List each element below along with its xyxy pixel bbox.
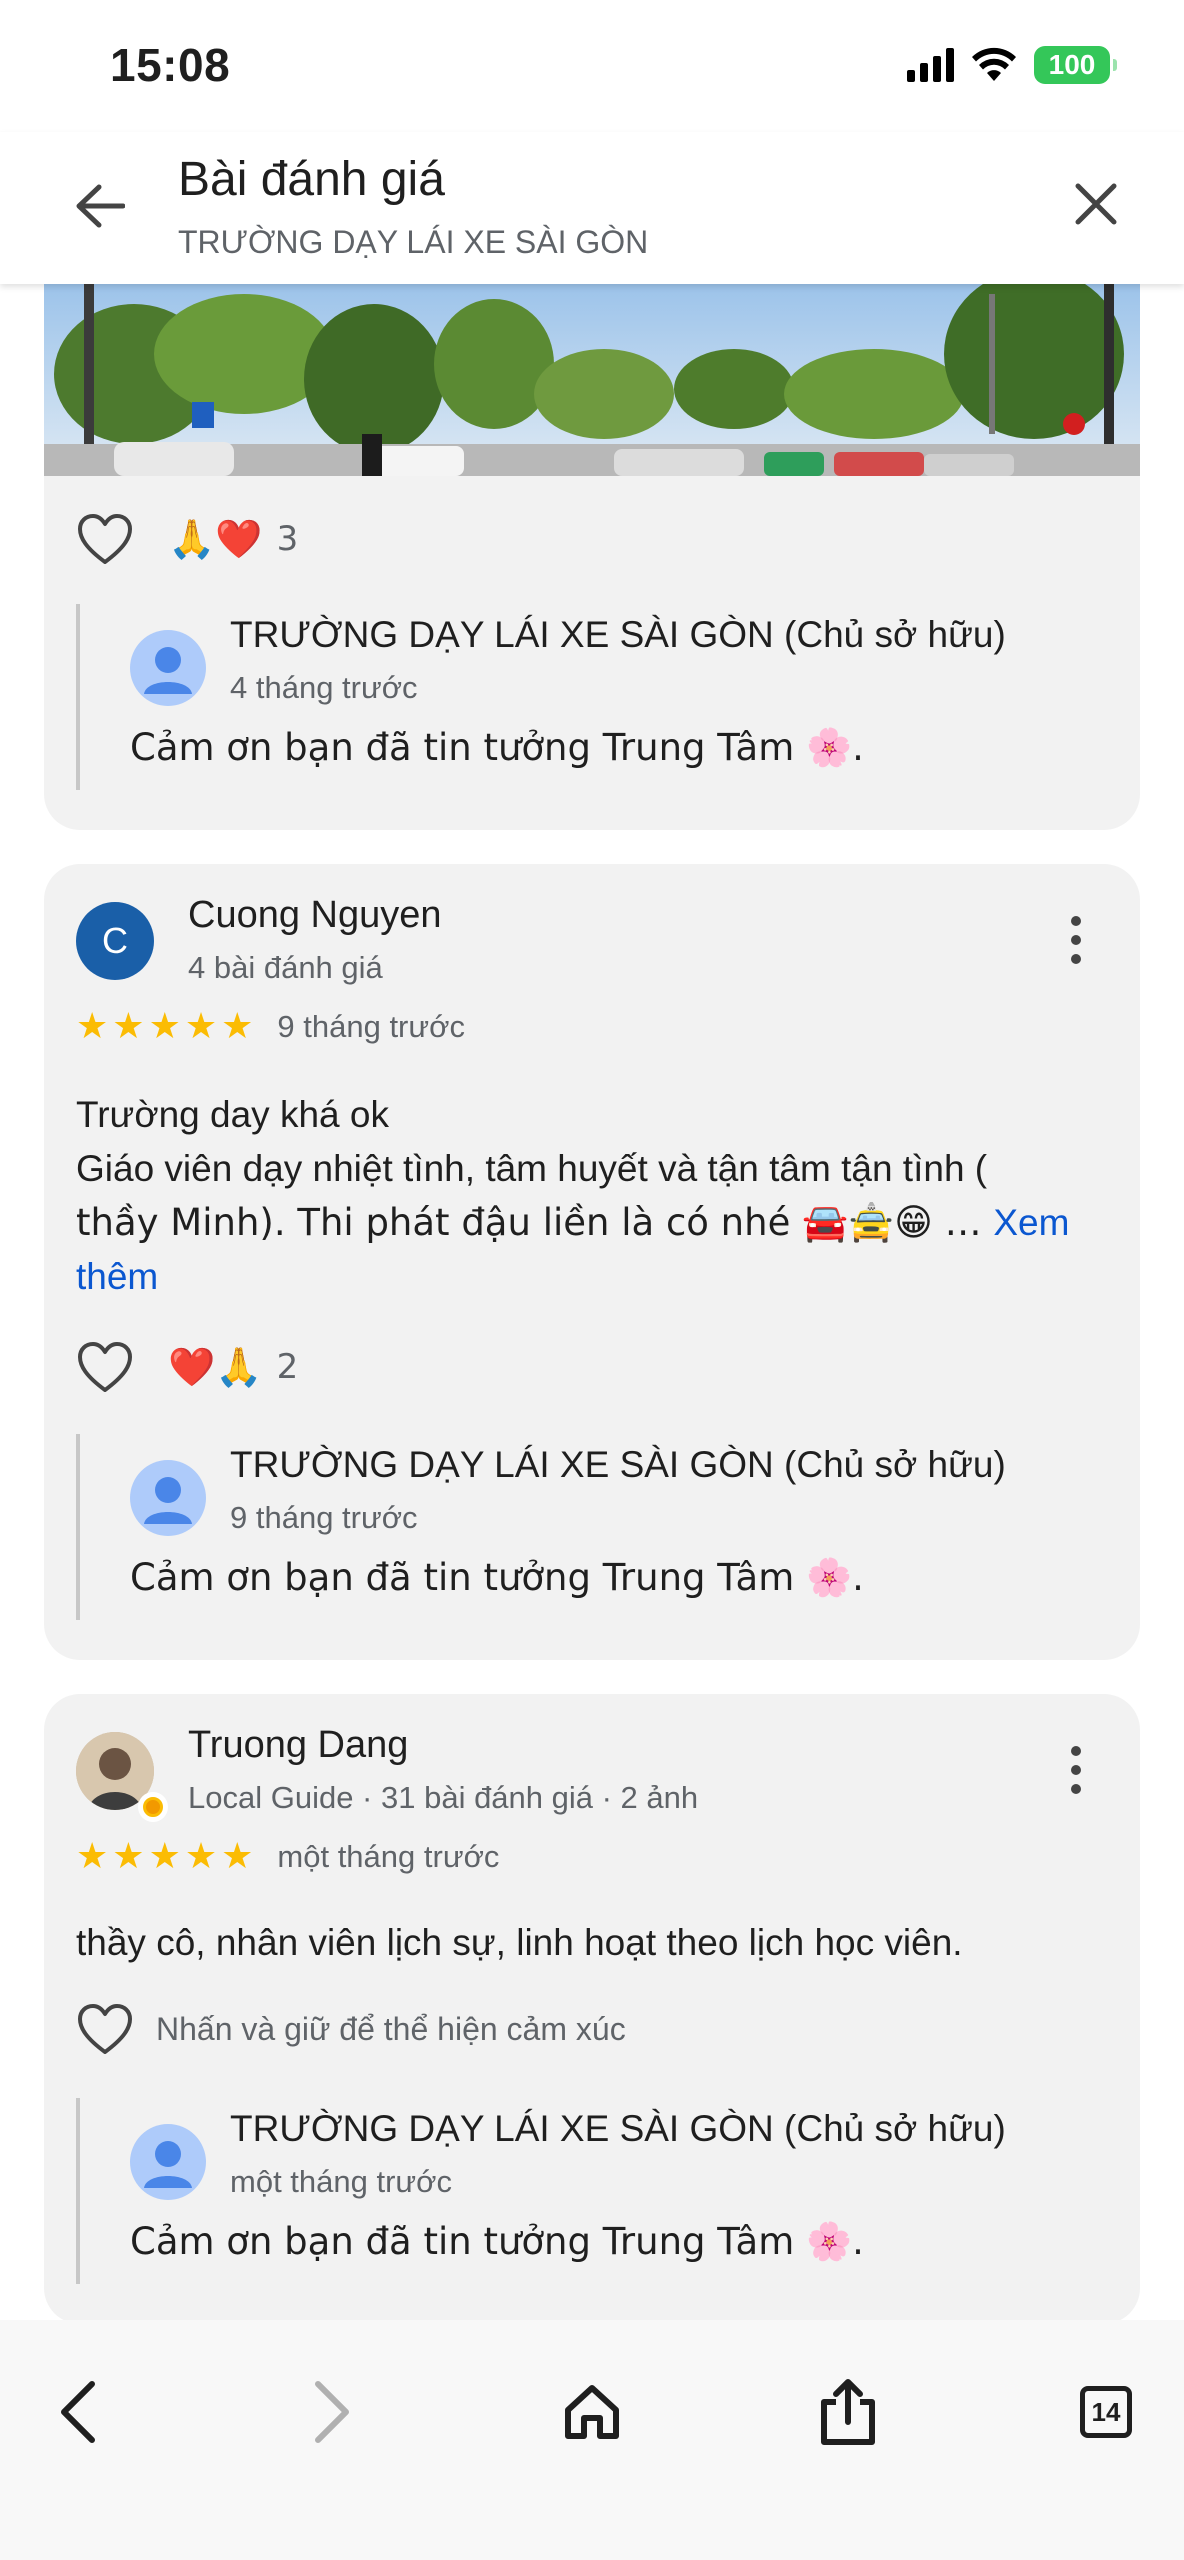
reactions-row: Nhấn và giữ để thể hiện cảm xúc [76, 2002, 626, 2056]
close-icon [1075, 183, 1117, 225]
star-icon: ★ [184, 1836, 218, 1877]
star-icon: ★ [112, 1836, 145, 1877]
review-time: một tháng trước [277, 1838, 500, 1874]
owner-reply-text: Cảm ơn bạn đã tin tưởng Trung Tâm 🌸. [130, 2220, 864, 2263]
owner-avatar [130, 2124, 206, 2200]
chevron-right-icon [315, 2381, 349, 2443]
battery-icon: 100 [1034, 46, 1117, 84]
reaction-emojis: ❤️🙏 [168, 1344, 263, 1389]
chevron-left-icon [61, 2381, 95, 2443]
owner-reply-time: một tháng trước [230, 2164, 452, 2199]
reaction-summary[interactable]: ❤️🙏 2 [168, 1345, 298, 1390]
reviewer-name[interactable]: Cuong Nguyen [188, 894, 442, 937]
status-time: 15:08 [110, 39, 231, 91]
star-icon: ★ [221, 1006, 254, 1047]
cellular-signal-icon [907, 48, 954, 82]
owner-reply-time: 4 tháng trước [230, 670, 418, 705]
close-button[interactable] [1064, 172, 1128, 236]
review-text-line: Trường day khá ok [76, 1094, 389, 1135]
reactions-row: 🙏❤️ 3 [76, 512, 298, 566]
reaction-count: 3 [276, 519, 299, 559]
rating-row: ★ ★ ★ ★ ★ 9 tháng trước [76, 1006, 465, 1047]
back-nav-button[interactable] [30, 2364, 126, 2460]
owner-reply: TRƯỜNG DẠY LÁI XE SÀI GÒN (Chủ sở hữu) 4… [76, 604, 1116, 790]
review-card: C Cuong Nguyen 4 bài đánh giá ★ ★ ★ ★ ★ … [44, 864, 1140, 1660]
star-icon: ★ [112, 1006, 145, 1047]
local-guide-badge-icon [138, 1792, 168, 1822]
review-text-line: Giáo viên dạy nhiệt tình, tâm huyết và t… [76, 1148, 988, 1189]
review-photo[interactable] [44, 284, 1140, 476]
reviews-list[interactable]: 🙏❤️ 3 TRƯỜNG DẠY LÁI XE SÀI GÒN (Chủ sở … [0, 284, 1184, 2320]
reaction-emojis: 🙏❤️ [168, 516, 263, 561]
owner-reply: TRƯỜNG DẠY LÁI XE SÀI GÒN (Chủ sở hữu) 9… [76, 1434, 1116, 1620]
star-icon: ★ [76, 1006, 109, 1047]
parking-lot-photo [44, 284, 1140, 476]
heart-icon[interactable] [76, 2002, 134, 2056]
review-card: Truong Dang Local Guide · 31 bài đánh gi… [44, 1694, 1140, 2320]
review-text: Trường day khá ok Giáo viên dạy nhiệt tì… [76, 1088, 1096, 1304]
owner-avatar [130, 1460, 206, 1536]
reactions-row: ❤️🙏 2 [76, 1340, 298, 1394]
owner-reply-text: Cảm ơn bạn đã tin tưởng Trung Tâm 🌸. [130, 1556, 864, 1599]
more-options-button[interactable] [1056, 1740, 1096, 1800]
review-text: thầy cô, nhân viên lịch sự, linh hoạt th… [76, 1922, 963, 1963]
review-time: 9 tháng trước [277, 1008, 465, 1044]
browser-toolbar: 14 [0, 2320, 1184, 2560]
arrow-left-icon [76, 184, 125, 228]
star-icon: ★ [148, 1006, 181, 1047]
status-icons: 100 [907, 46, 1117, 84]
wifi-icon [972, 47, 1016, 81]
star-icon: ★ [184, 1006, 218, 1047]
page-header: Bài đánh giá TRƯỜNG DẠY LÁI XE SÀI GÒN [0, 132, 1184, 284]
status-bar: 15:08 100 [0, 0, 1184, 132]
review-card: 🙏❤️ 3 TRƯỜNG DẠY LÁI XE SÀI GÒN (Chủ sở … [44, 284, 1140, 830]
back-button[interactable] [68, 174, 132, 238]
owner-reply-time: 9 tháng trước [230, 1500, 418, 1535]
home-icon [565, 2385, 619, 2439]
owner-reply-text: Cảm ơn bạn đã tin tưởng Trung Tâm 🌸. [130, 726, 864, 769]
owner-name: TRƯỜNG DẠY LÁI XE SÀI GÒN (Chủ sở hữu) [230, 1444, 1006, 1485]
reviewer-name[interactable]: Truong Dang [188, 1724, 408, 1767]
reviewer-meta: 4 bài đánh giá [188, 950, 383, 985]
reviewer-meta: Local Guide · 31 bài đánh giá · 2 ảnh [188, 1780, 699, 1815]
heart-icon[interactable] [76, 512, 134, 566]
owner-name: TRƯỜNG DẠY LÁI XE SÀI GÒN (Chủ sở hữu) [230, 614, 1006, 655]
rating-row: ★ ★ ★ ★ ★ một tháng trước [76, 1836, 499, 1877]
share-button[interactable] [800, 2364, 896, 2460]
heart-icon[interactable] [76, 1340, 134, 1394]
tabs-button[interactable]: 14 [1058, 2364, 1154, 2460]
review-text-line: thầy Minh). Thi phát đậu liền là có nhé … [76, 1201, 1070, 1297]
home-button[interactable] [544, 2364, 640, 2460]
owner-avatar [130, 630, 206, 706]
reaction-hint: Nhấn và giữ để thể hiện cảm xúc [156, 2010, 626, 2047]
star-icon: ★ [76, 1836, 109, 1877]
reaction-count: 2 [276, 1347, 299, 1387]
reviewer-avatar[interactable]: C [76, 902, 154, 980]
share-icon [821, 2379, 875, 2445]
reaction-summary[interactable]: 🙏❤️ 3 [168, 517, 298, 562]
page-subtitle: TRƯỜNG DẠY LÁI XE SÀI GÒN [178, 224, 649, 260]
owner-reply: TRƯỜNG DẠY LÁI XE SÀI GÒN (Chủ sở hữu) m… [76, 2098, 1116, 2284]
star-icon: ★ [148, 1836, 181, 1877]
page-title: Bài đánh giá [178, 153, 445, 206]
more-options-button[interactable] [1056, 910, 1096, 970]
owner-name: TRƯỜNG DẠY LÁI XE SÀI GÒN (Chủ sở hữu) [230, 2108, 1006, 2149]
star-icon: ★ [221, 1836, 254, 1877]
forward-nav-button[interactable] [284, 2364, 380, 2460]
tabs-count: 14 [1080, 2386, 1132, 2438]
